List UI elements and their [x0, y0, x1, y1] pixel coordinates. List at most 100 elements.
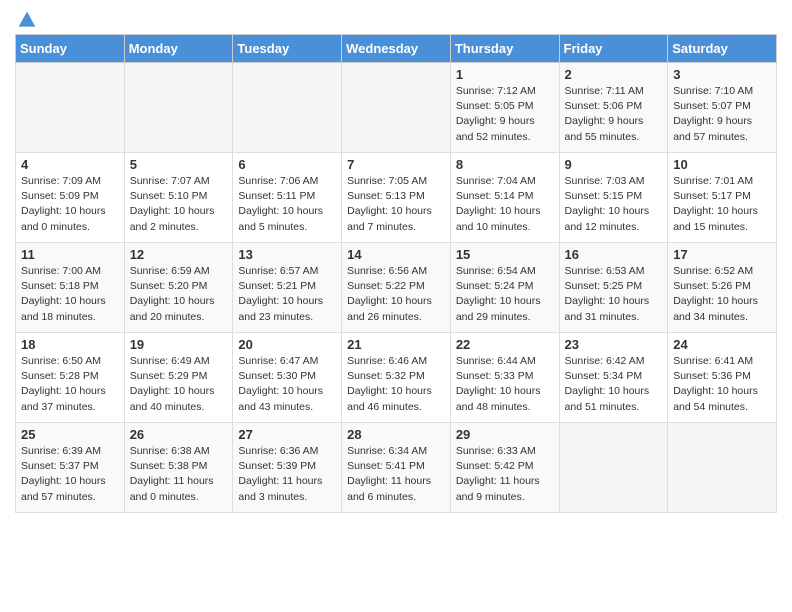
day-info: Sunrise: 6:53 AM Sunset: 5:25 PM Dayligh… [565, 264, 663, 325]
logo [15, 10, 37, 26]
day-info: Sunrise: 7:06 AM Sunset: 5:11 PM Dayligh… [238, 174, 336, 235]
day-number: 24 [673, 337, 771, 352]
day-number: 10 [673, 157, 771, 172]
day-number: 23 [565, 337, 663, 352]
calendar-cell: 9 Sunrise: 7:03 AM Sunset: 5:15 PM Daylig… [559, 153, 668, 243]
weekday-header-sunday: Sunday [16, 35, 125, 63]
day-info: Sunrise: 7:10 AM Sunset: 5:07 PM Dayligh… [673, 84, 771, 145]
day-number: 1 [456, 67, 554, 82]
calendar-cell: 5 Sunrise: 7:07 AM Sunset: 5:10 PM Daylig… [124, 153, 233, 243]
calendar-cell: 7 Sunrise: 7:05 AM Sunset: 5:13 PM Daylig… [342, 153, 451, 243]
calendar-cell: 27 Sunrise: 6:36 AM Sunset: 5:39 PM Dayli… [233, 423, 342, 513]
day-number: 19 [130, 337, 228, 352]
day-number: 2 [565, 67, 663, 82]
day-number: 25 [21, 427, 119, 442]
day-info: Sunrise: 6:56 AM Sunset: 5:22 PM Dayligh… [347, 264, 445, 325]
day-number: 12 [130, 247, 228, 262]
calendar-table: SundayMondayTuesdayWednesdayThursdayFrid… [15, 34, 777, 513]
day-number: 20 [238, 337, 336, 352]
day-number: 9 [565, 157, 663, 172]
day-info: Sunrise: 7:00 AM Sunset: 5:18 PM Dayligh… [21, 264, 119, 325]
calendar-cell: 16 Sunrise: 6:53 AM Sunset: 5:25 PM Dayli… [559, 243, 668, 333]
day-number: 22 [456, 337, 554, 352]
day-info: Sunrise: 6:50 AM Sunset: 5:28 PM Dayligh… [21, 354, 119, 415]
calendar-cell: 17Sunrise: 6:52 AM Sunset: 5:26 PM Dayli… [668, 243, 777, 333]
day-number: 13 [238, 247, 336, 262]
week-row-3: 11 Sunrise: 7:00 AM Sunset: 5:18 PM Dayli… [16, 243, 777, 333]
calendar-cell: 1 Sunrise: 7:12 AM Sunset: 5:05 PM Daylig… [450, 63, 559, 153]
calendar-cell: 19 Sunrise: 6:49 AM Sunset: 5:29 PM Dayli… [124, 333, 233, 423]
day-number: 16 [565, 247, 663, 262]
day-number: 7 [347, 157, 445, 172]
day-number: 26 [130, 427, 228, 442]
day-number: 21 [347, 337, 445, 352]
weekday-header-saturday: Saturday [668, 35, 777, 63]
calendar-cell [342, 63, 451, 153]
week-row-2: 4 Sunrise: 7:09 AM Sunset: 5:09 PM Daylig… [16, 153, 777, 243]
day-info: Sunrise: 6:49 AM Sunset: 5:29 PM Dayligh… [130, 354, 228, 415]
calendar-cell: 12 Sunrise: 6:59 AM Sunset: 5:20 PM Dayli… [124, 243, 233, 333]
calendar-cell [16, 63, 125, 153]
day-number: 27 [238, 427, 336, 442]
calendar-cell: 18Sunrise: 6:50 AM Sunset: 5:28 PM Dayli… [16, 333, 125, 423]
day-number: 5 [130, 157, 228, 172]
day-info: Sunrise: 7:05 AM Sunset: 5:13 PM Dayligh… [347, 174, 445, 235]
day-number: 4 [21, 157, 119, 172]
calendar-cell: 22 Sunrise: 6:44 AM Sunset: 5:33 PM Dayli… [450, 333, 559, 423]
day-info: Sunrise: 6:47 AM Sunset: 5:30 PM Dayligh… [238, 354, 336, 415]
calendar-cell: 21 Sunrise: 6:46 AM Sunset: 5:32 PM Dayli… [342, 333, 451, 423]
day-info: Sunrise: 6:39 AM Sunset: 5:37 PM Dayligh… [21, 444, 119, 505]
calendar-cell: 25 Sunrise: 6:39 AM Sunset: 5:37 PM Dayli… [16, 423, 125, 513]
calendar-cell: 4 Sunrise: 7:09 AM Sunset: 5:09 PM Daylig… [16, 153, 125, 243]
calendar-cell: 20 Sunrise: 6:47 AM Sunset: 5:30 PM Dayli… [233, 333, 342, 423]
day-info: Sunrise: 6:42 AM Sunset: 5:34 PM Dayligh… [565, 354, 663, 415]
weekday-header-wednesday: Wednesday [342, 35, 451, 63]
day-info: Sunrise: 7:07 AM Sunset: 5:10 PM Dayligh… [130, 174, 228, 235]
calendar-cell: 23 Sunrise: 6:42 AM Sunset: 5:34 PM Dayli… [559, 333, 668, 423]
calendar-cell: 29 Sunrise: 6:33 AM Sunset: 5:42 PM Dayli… [450, 423, 559, 513]
day-info: Sunrise: 6:36 AM Sunset: 5:39 PM Dayligh… [238, 444, 336, 505]
calendar-cell: 28Sunrise: 6:34 AM Sunset: 5:41 PM Dayli… [342, 423, 451, 513]
calendar-cell [559, 423, 668, 513]
calendar-cell: 15 Sunrise: 6:54 AM Sunset: 5:24 PM Dayli… [450, 243, 559, 333]
week-row-5: 25 Sunrise: 6:39 AM Sunset: 5:37 PM Dayli… [16, 423, 777, 513]
weekday-header-thursday: Thursday [450, 35, 559, 63]
day-info: Sunrise: 6:33 AM Sunset: 5:42 PM Dayligh… [456, 444, 554, 505]
day-number: 28 [347, 427, 445, 442]
day-info: Sunrise: 6:38 AM Sunset: 5:38 PM Dayligh… [130, 444, 228, 505]
calendar-cell: 10 Sunrise: 7:01 AM Sunset: 5:17 PM Dayli… [668, 153, 777, 243]
calendar-cell [124, 63, 233, 153]
weekday-header-monday: Monday [124, 35, 233, 63]
day-info: Sunrise: 7:03 AM Sunset: 5:15 PM Dayligh… [565, 174, 663, 235]
day-info: Sunrise: 6:59 AM Sunset: 5:20 PM Dayligh… [130, 264, 228, 325]
calendar-cell: 3 Sunrise: 7:10 AM Sunset: 5:07 PM Daylig… [668, 63, 777, 153]
day-info: Sunrise: 7:11 AM Sunset: 5:06 PM Dayligh… [565, 84, 663, 145]
day-info: Sunrise: 7:01 AM Sunset: 5:17 PM Dayligh… [673, 174, 771, 235]
day-number: 3 [673, 67, 771, 82]
week-row-1: 1 Sunrise: 7:12 AM Sunset: 5:05 PM Daylig… [16, 63, 777, 153]
day-info: Sunrise: 7:09 AM Sunset: 5:09 PM Dayligh… [21, 174, 119, 235]
calendar-cell: 8Sunrise: 7:04 AM Sunset: 5:14 PM Daylig… [450, 153, 559, 243]
calendar-cell: 13 Sunrise: 6:57 AM Sunset: 5:21 PM Dayli… [233, 243, 342, 333]
weekday-header-row: SundayMondayTuesdayWednesdayThursdayFrid… [16, 35, 777, 63]
week-row-4: 18Sunrise: 6:50 AM Sunset: 5:28 PM Dayli… [16, 333, 777, 423]
day-info: Sunrise: 6:57 AM Sunset: 5:21 PM Dayligh… [238, 264, 336, 325]
day-number: 17 [673, 247, 771, 262]
day-info: Sunrise: 7:04 AM Sunset: 5:14 PM Dayligh… [456, 174, 554, 235]
logo-icon [17, 10, 37, 30]
day-info: Sunrise: 6:54 AM Sunset: 5:24 PM Dayligh… [456, 264, 554, 325]
calendar-cell: 6 Sunrise: 7:06 AM Sunset: 5:11 PM Daylig… [233, 153, 342, 243]
day-info: Sunrise: 6:46 AM Sunset: 5:32 PM Dayligh… [347, 354, 445, 415]
day-info: Sunrise: 7:12 AM Sunset: 5:05 PM Dayligh… [456, 84, 554, 145]
day-number: 29 [456, 427, 554, 442]
calendar-cell: 11 Sunrise: 7:00 AM Sunset: 5:18 PM Dayli… [16, 243, 125, 333]
calendar-cell: 24Sunrise: 6:41 AM Sunset: 5:36 PM Dayli… [668, 333, 777, 423]
calendar-cell [233, 63, 342, 153]
day-info: Sunrise: 6:44 AM Sunset: 5:33 PM Dayligh… [456, 354, 554, 415]
weekday-header-friday: Friday [559, 35, 668, 63]
calendar-cell: 14Sunrise: 6:56 AM Sunset: 5:22 PM Dayli… [342, 243, 451, 333]
day-number: 11 [21, 247, 119, 262]
calendar-cell: 26 Sunrise: 6:38 AM Sunset: 5:38 PM Dayli… [124, 423, 233, 513]
day-number: 15 [456, 247, 554, 262]
day-number: 6 [238, 157, 336, 172]
